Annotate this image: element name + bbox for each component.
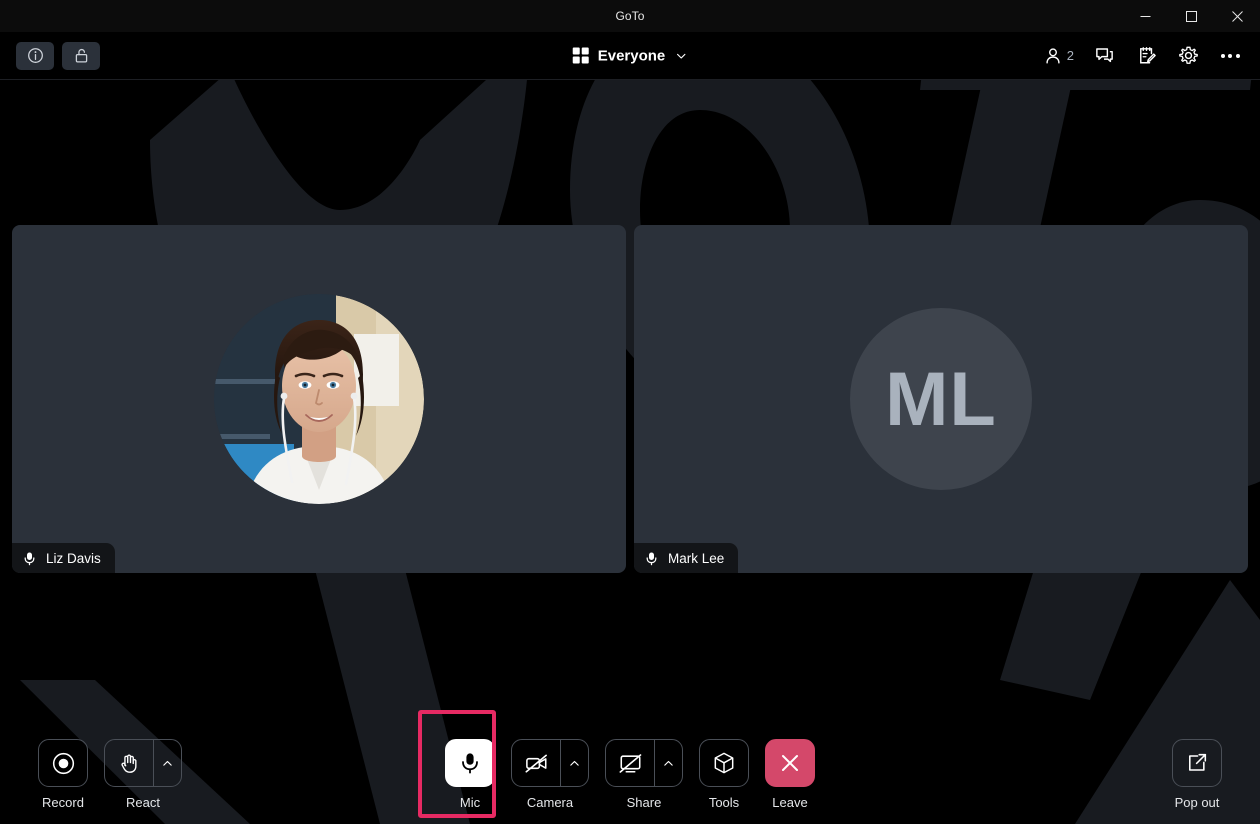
camera-off-icon <box>524 754 547 773</box>
chevron-down-icon <box>676 53 685 59</box>
camera-button-label: Camera <box>526 795 574 810</box>
participant-tile-liz-davis[interactable]: Liz Davis <box>12 225 626 573</box>
avatar: ML <box>850 308 1032 490</box>
participant-name: Liz Davis <box>46 550 101 566</box>
react-options-caret[interactable] <box>153 740 181 786</box>
record-button-surface[interactable] <box>38 739 88 787</box>
view-mode-label: Everyone <box>597 47 666 64</box>
participant-name-tag: Mark Lee <box>634 543 739 573</box>
record-button-main[interactable] <box>39 740 87 786</box>
info-icon <box>27 48 43 63</box>
camera-options-caret[interactable] <box>560 740 588 786</box>
goto-meeting-window: GoTo Everyone 2 Liz Davis ML Mark Lee Re… <box>0 0 1260 824</box>
meeting-info-button[interactable] <box>16 41 54 70</box>
leave-button[interactable]: Leave <box>765 739 815 810</box>
people-count: 2 <box>1066 48 1074 63</box>
pop-out-button-label: Pop out <box>1174 795 1220 810</box>
meeting-header: Everyone 2 <box>0 32 1260 80</box>
pop-out-button[interactable]: Pop out <box>1172 739 1222 810</box>
record-button[interactable]: Record <box>38 739 88 810</box>
notes-button[interactable] <box>1128 38 1164 74</box>
mic-icon <box>462 753 478 774</box>
mic-icon <box>646 552 657 565</box>
share-button[interactable]: Share <box>605 739 683 810</box>
share-button-label: Share <box>626 795 662 810</box>
leave-button-label: Leave <box>772 795 808 810</box>
camera-button[interactable]: Camera <box>511 739 589 810</box>
webcam-photo <box>214 294 424 504</box>
react-button-surface[interactable] <box>104 739 182 787</box>
react-button-main[interactable] <box>105 740 153 786</box>
tools-button-label: Tools <box>708 795 740 810</box>
leave-button-main[interactable] <box>766 740 814 786</box>
header-right-group: 2 <box>1037 38 1248 74</box>
mic-button-surface[interactable] <box>445 739 495 787</box>
close-button[interactable] <box>1214 0 1260 32</box>
maximize-button[interactable] <box>1168 0 1214 32</box>
cube-icon <box>714 752 734 774</box>
view-mode-selector[interactable]: Everyone <box>565 43 696 68</box>
tools-button-surface[interactable] <box>699 739 749 787</box>
react-button-label: React <box>126 795 160 810</box>
tile-content: ML <box>634 225 1248 573</box>
person-icon <box>1046 47 1060 63</box>
camera-button-main[interactable] <box>512 740 560 786</box>
chevron-up-icon <box>570 760 579 766</box>
share-button-surface[interactable] <box>605 739 683 787</box>
pop-out-button-surface[interactable] <box>1172 739 1222 787</box>
toolbar-left-group: Record React <box>38 739 182 810</box>
leave-button-surface[interactable] <box>765 739 815 787</box>
participant-tile-mark-lee[interactable]: ML Mark Lee <box>634 225 1248 573</box>
avatar-initials: ML <box>885 356 997 442</box>
chat-button[interactable] <box>1086 38 1122 74</box>
camera-button-surface[interactable] <box>511 739 589 787</box>
minimize-button[interactable] <box>1122 0 1168 32</box>
lock-meeting-button[interactable] <box>62 41 100 70</box>
toolbar-right-group: Pop out <box>1172 739 1222 810</box>
participant-name-tag: Liz Davis <box>12 543 115 573</box>
share-options-caret[interactable] <box>654 740 682 786</box>
participant-name: Mark Lee <box>668 550 725 566</box>
chevron-up-icon <box>664 760 673 766</box>
tools-button-main[interactable] <box>700 740 748 786</box>
raised-hand-icon <box>121 754 137 773</box>
more-options-button[interactable] <box>1212 38 1248 74</box>
tools-button[interactable]: Tools <box>699 739 749 810</box>
people-button[interactable]: 2 <box>1037 38 1080 74</box>
unlock-icon <box>75 48 87 63</box>
ellipsis-icon <box>1220 53 1240 58</box>
notes-pencil-icon <box>1139 47 1156 64</box>
mic-icon <box>24 552 35 565</box>
pop-out-button-main[interactable] <box>1173 740 1221 786</box>
meeting-toolbar: Record React Mic Camera Share Tools Leav… <box>0 706 1260 824</box>
chevron-up-icon <box>163 760 172 766</box>
participant-tiles: Liz Davis ML Mark Lee <box>12 225 1248 573</box>
mic-button-main[interactable] <box>446 740 494 786</box>
mic-button-label: Mic <box>459 795 481 810</box>
chat-bubble-icon <box>1095 48 1113 63</box>
tile-content <box>12 225 626 573</box>
window-controls <box>1122 0 1260 32</box>
gear-icon <box>1178 46 1198 64</box>
record-icon <box>52 752 74 774</box>
window-title: GoTo <box>615 9 645 23</box>
settings-button[interactable] <box>1170 38 1206 74</box>
avatar <box>214 294 424 504</box>
record-button-label: Record <box>42 795 84 810</box>
window-titlebar: GoTo <box>0 0 1260 32</box>
close-x-icon <box>782 755 798 771</box>
mic-button[interactable]: Mic <box>445 739 495 810</box>
react-button[interactable]: React <box>104 739 182 810</box>
pop-out-icon <box>1189 753 1207 771</box>
share-button-main[interactable] <box>606 740 654 786</box>
toolbar-center-group: Mic Camera Share Tools Leave <box>445 739 815 810</box>
grid-view-icon <box>572 47 589 64</box>
header-left-group <box>16 41 100 70</box>
screen-share-off-icon <box>618 753 641 773</box>
